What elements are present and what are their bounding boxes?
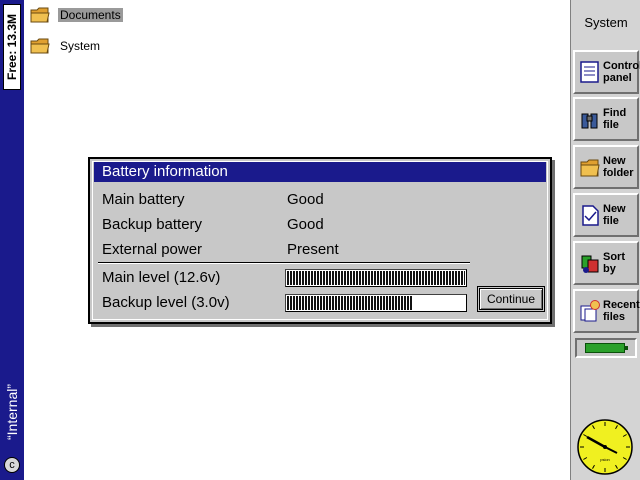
dialog-divider bbox=[98, 262, 470, 264]
free-space-label: Free: 13.3M bbox=[5, 13, 19, 81]
backup-battery-label: Backup battery bbox=[102, 216, 203, 233]
control-panel-button[interactable]: Control panel bbox=[573, 50, 640, 94]
find-file-button[interactable]: Find file bbox=[573, 97, 639, 141]
dialog-title: Battery information bbox=[94, 162, 546, 182]
find-file-label: Find file bbox=[603, 107, 627, 131]
battery-icon bbox=[585, 343, 625, 353]
new-folder-button[interactable]: New folder bbox=[573, 145, 639, 189]
external-power-label: External power bbox=[102, 241, 203, 258]
backup-level-fill bbox=[287, 296, 413, 310]
control-panel-icon bbox=[580, 61, 599, 83]
binoculars-icon bbox=[581, 113, 598, 129]
sort-by-button[interactable]: Sort by bbox=[573, 241, 639, 285]
main-battery-label: Main battery bbox=[102, 191, 185, 208]
folder-label-documents: Documents bbox=[58, 8, 123, 22]
new-folder-icon bbox=[580, 159, 600, 177]
folder-icon bbox=[30, 7, 50, 23]
folder-label-system: System bbox=[60, 39, 101, 53]
continue-button[interactable]: Continue bbox=[479, 288, 543, 310]
main-level-label: Main level (12.6v) bbox=[102, 269, 221, 286]
new-file-icon bbox=[582, 205, 599, 226]
drive-c-icon[interactable]: c bbox=[4, 457, 20, 473]
battery-status-indicator[interactable] bbox=[575, 338, 637, 358]
folder-documents[interactable]: Documents bbox=[30, 6, 123, 24]
battery-tip bbox=[625, 346, 628, 350]
recent-files-button[interactable]: Recent files bbox=[573, 289, 640, 333]
folder-system[interactable]: System bbox=[30, 37, 102, 55]
new-file-button[interactable]: New file bbox=[573, 193, 639, 237]
sort-by-label: Sort by bbox=[603, 251, 625, 275]
free-space-box[interactable]: Free: 13.3M bbox=[3, 4, 21, 90]
backup-battery-value: Good bbox=[287, 216, 324, 233]
sidebar-title[interactable]: System bbox=[571, 0, 640, 46]
sort-icon bbox=[581, 255, 599, 273]
main-level-bar bbox=[285, 269, 467, 287]
backup-level-label: Backup level (3.0v) bbox=[102, 294, 230, 311]
battery-info-dialog: Battery information Main battery Good Ba… bbox=[88, 157, 552, 324]
system-sidebar: System Control panel Find file New folder N… bbox=[570, 0, 640, 480]
recent-files-label: Recent files bbox=[603, 299, 640, 323]
external-power-value: Present bbox=[287, 241, 339, 258]
clock-icon[interactable]: psion bbox=[575, 418, 635, 476]
control-panel-label: Control panel bbox=[603, 60, 640, 84]
backup-level-bar bbox=[285, 294, 467, 312]
new-folder-label: New folder bbox=[603, 155, 634, 179]
drive-name-label[interactable]: “Internal” bbox=[4, 384, 20, 440]
drive-bar: Free: 13.3M “Internal” c bbox=[0, 0, 24, 480]
recent-files-icon bbox=[580, 300, 600, 322]
clock-brand-label: psion bbox=[600, 457, 610, 462]
new-file-label: New file bbox=[603, 203, 626, 227]
folder-icon bbox=[30, 38, 50, 54]
main-level-fill bbox=[287, 271, 465, 285]
main-battery-value: Good bbox=[287, 191, 324, 208]
